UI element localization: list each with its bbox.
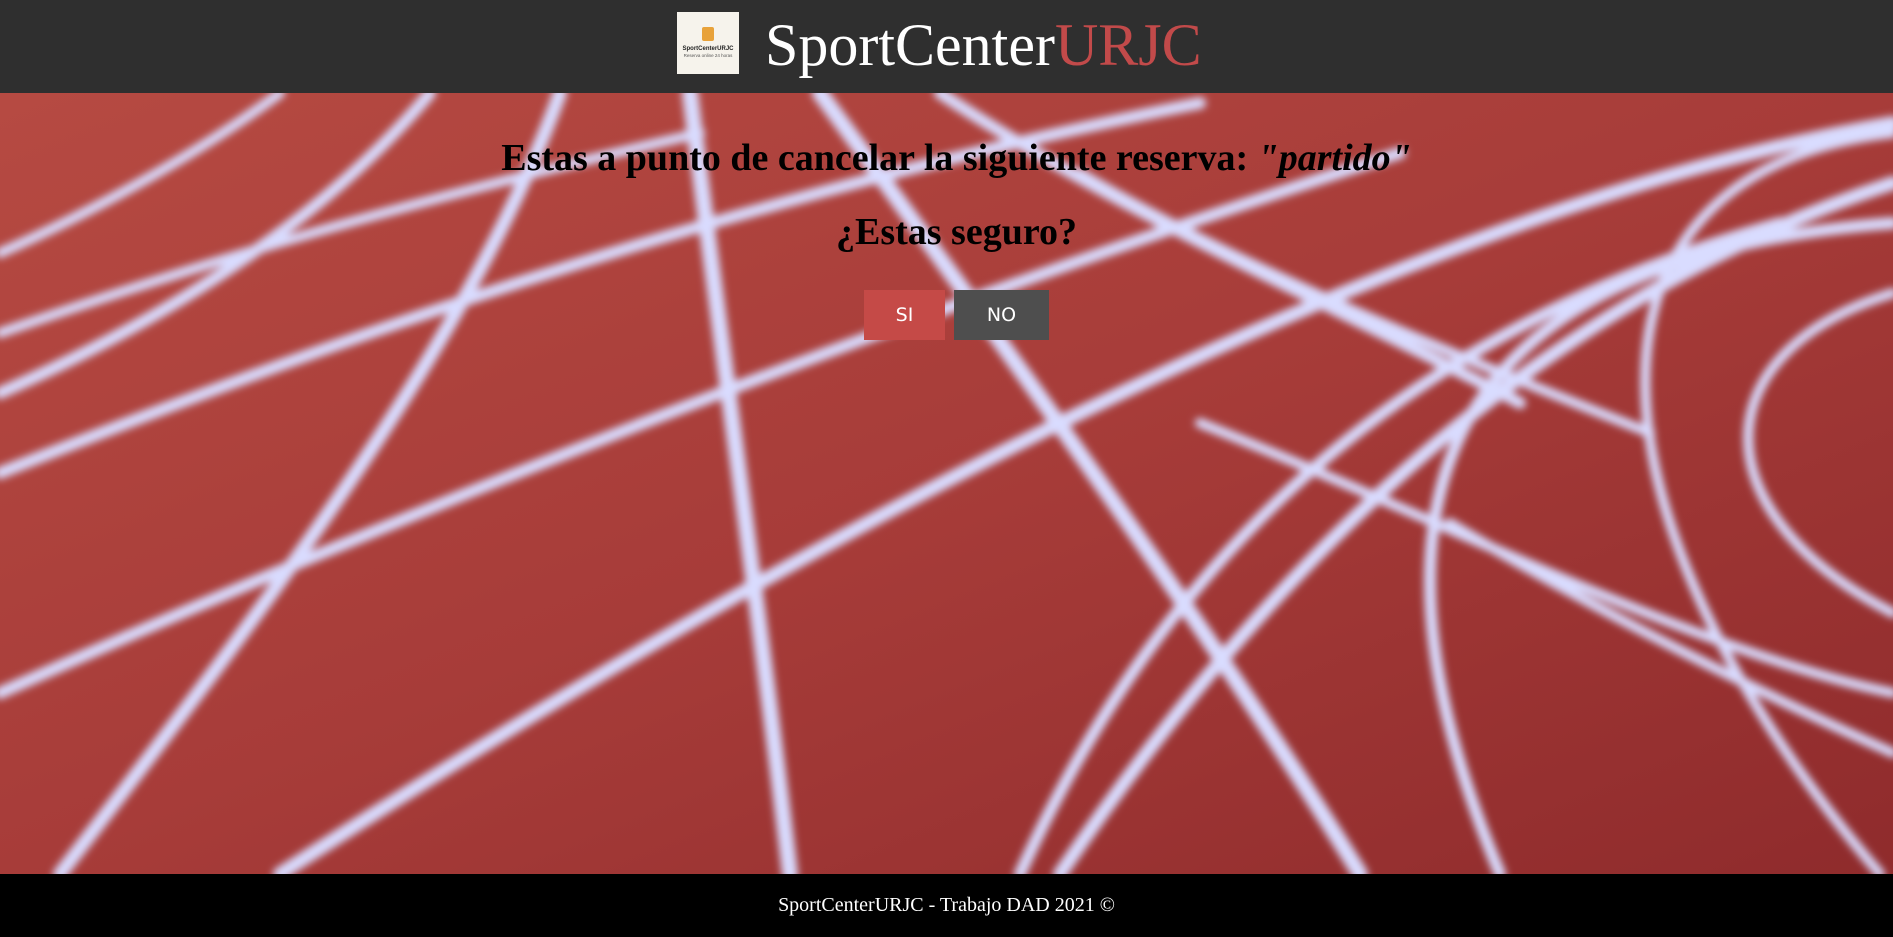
site-title[interactable]: SportCenterURJC bbox=[765, 10, 1202, 80]
confirm-yes-button[interactable]: SI bbox=[864, 290, 945, 340]
logo-name: SportCenterURJC bbox=[682, 46, 734, 52]
cancel-confirmation-message: Estas a punto de cancelar la siguiente r… bbox=[0, 136, 1893, 180]
top-header: SportCenterURJC Reserva online 24 horas … bbox=[0, 0, 1893, 93]
footer-text: SportCenterURJC - Trabajo DAD 2021 © bbox=[778, 894, 1115, 916]
site-title-accent: URJC bbox=[1054, 12, 1202, 78]
reservation-name: "partido" bbox=[1257, 137, 1412, 179]
confirmation-question: ¿Estas seguro? bbox=[835, 211, 1078, 253]
logo-mark-icon bbox=[702, 27, 714, 41]
site-logo[interactable]: SportCenterURJC Reserva online 24 horas bbox=[677, 12, 739, 74]
page-footer: SportCenterURJC - Trabajo DAD 2021 © bbox=[0, 874, 1893, 937]
main-content: Estas a punto de cancelar la siguiente r… bbox=[0, 93, 1893, 874]
site-title-primary: SportCenter bbox=[765, 12, 1055, 78]
logo-tagline: Reserva online 24 horas bbox=[683, 53, 733, 58]
confirmation-prefix: Estas a punto de cancelar la siguiente r… bbox=[501, 137, 1249, 179]
confirm-no-button[interactable]: NO bbox=[954, 290, 1049, 340]
